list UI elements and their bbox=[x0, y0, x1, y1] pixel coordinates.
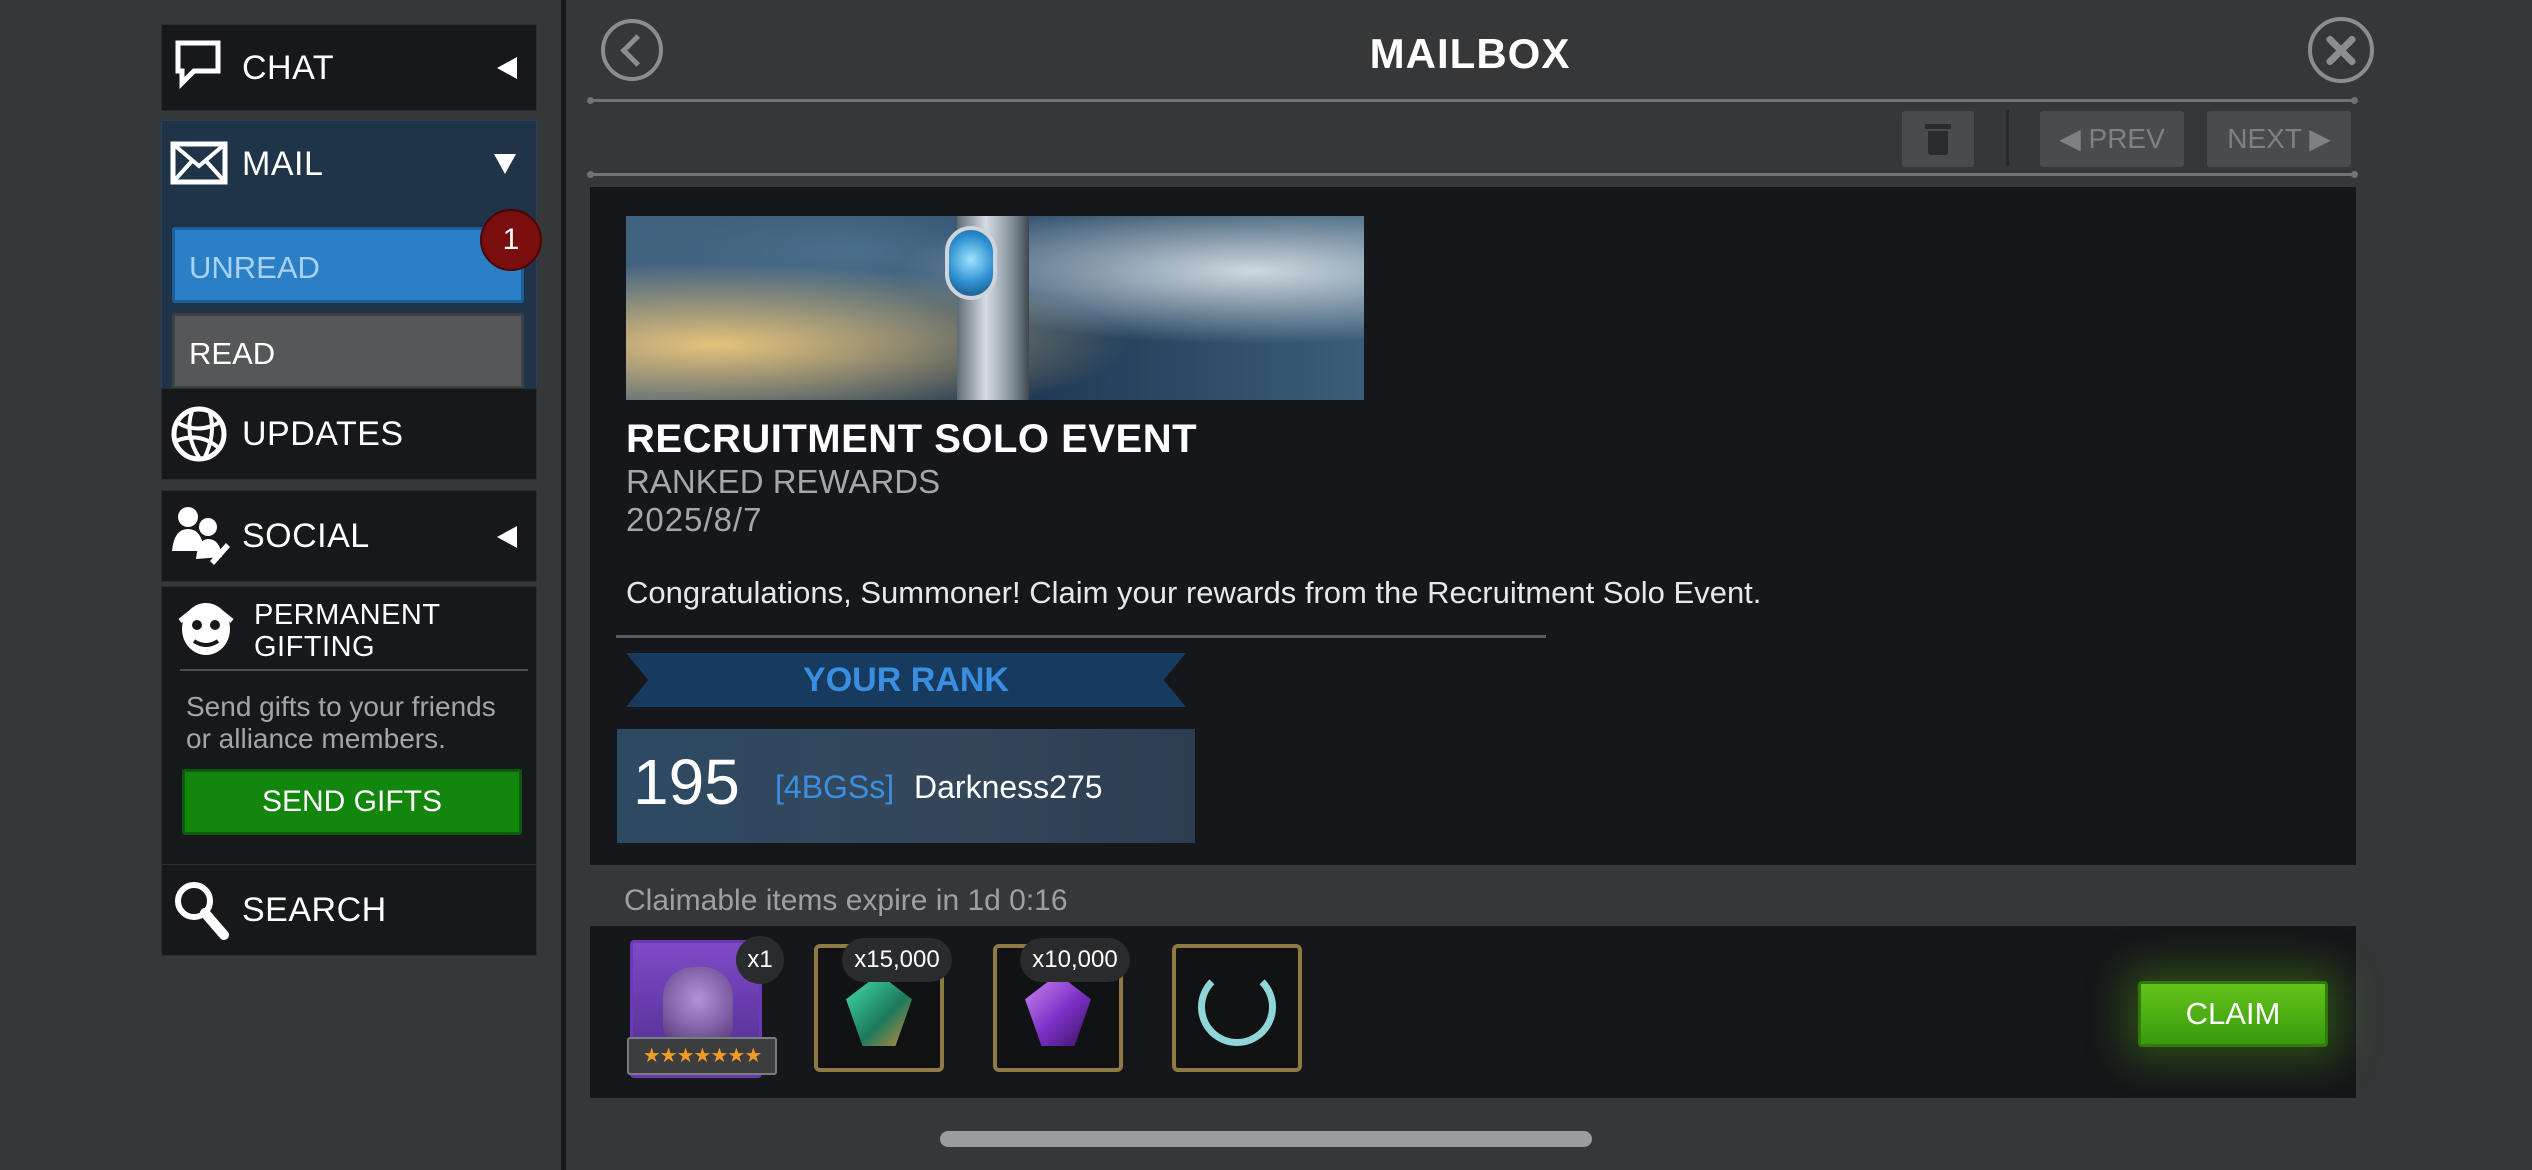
sidebar-item-label: CHAT bbox=[242, 49, 335, 87]
delete-button[interactable] bbox=[1902, 111, 1974, 167]
sidebar-item-permanent-gifting: PERMANENT GIFTING Send gifts to your fri… bbox=[161, 586, 537, 878]
chevron-left-icon bbox=[497, 526, 517, 548]
chevron-down-icon bbox=[494, 154, 516, 174]
page-title: MAILBOX bbox=[1369, 30, 1571, 77]
sidebar-item-label: MAIL bbox=[242, 145, 324, 183]
message-body: Congratulations, Summoner! Claim your re… bbox=[626, 575, 1762, 610]
panel-divider bbox=[561, 0, 566, 1170]
quantity-badge: x15,000 bbox=[842, 938, 952, 982]
close-button[interactable] bbox=[2308, 17, 2374, 83]
magnifier-icon bbox=[175, 882, 229, 940]
laurel-wreath-icon bbox=[1198, 968, 1276, 1046]
star-rating: ★★★★★★★ bbox=[627, 1037, 777, 1075]
read-filter-button[interactable]: READ bbox=[172, 313, 524, 389]
rank-ribbon: YOUR RANK bbox=[626, 653, 1186, 707]
chevron-left-icon bbox=[497, 57, 517, 79]
divider bbox=[587, 97, 2358, 104]
rank-heading: YOUR RANK bbox=[803, 661, 1009, 699]
send-gifts-button[interactable]: SEND GIFTS bbox=[182, 769, 522, 835]
sidebar-item-label: PERMANENT GIFTING bbox=[254, 599, 441, 663]
rewards-bar: ★★★★★★★ x1 x15,000 x10,000 bbox=[590, 926, 2356, 1098]
expiry-text: Claimable items expire in 1d 0:16 bbox=[624, 884, 1068, 917]
sidebar-item-mail[interactable]: MAIL UNREAD 1 READ bbox=[161, 120, 542, 404]
prev-button[interactable]: ◀ PREV bbox=[2040, 111, 2184, 167]
divider bbox=[616, 635, 1546, 638]
message-panel: RECRUITMENT SOLO EVENT RANKED REWARDS 20… bbox=[590, 187, 2356, 865]
green-crystal-shard-icon bbox=[846, 974, 912, 1046]
player-name: Darkness275 bbox=[914, 769, 1103, 805]
horizontal-scrollbar[interactable] bbox=[940, 1131, 1592, 1147]
quantity-badge: x10,000 bbox=[1020, 938, 1130, 982]
sidebar-item-label: UPDATES bbox=[242, 415, 404, 453]
sidebar-item-social[interactable]: SOCIAL bbox=[161, 490, 537, 582]
purple-crystal-shard-icon bbox=[1025, 974, 1091, 1046]
message-subtitle: RANKED REWARDS bbox=[626, 463, 941, 500]
sidebar-item-label: SEARCH bbox=[242, 891, 387, 929]
sidebar-item-updates[interactable]: UPDATES bbox=[161, 388, 537, 480]
rank-box: 195 [4BGSs] Darkness275 bbox=[617, 729, 1195, 843]
crystal-icon bbox=[945, 226, 997, 300]
people-icon bbox=[172, 507, 230, 565]
globe-icon bbox=[171, 406, 227, 462]
rank-number: 195 bbox=[633, 746, 740, 818]
message-title: RECRUITMENT SOLO EVENT bbox=[626, 417, 1198, 461]
sidebar-item-chat[interactable]: CHAT bbox=[161, 24, 537, 111]
envelope-icon bbox=[170, 141, 228, 185]
back-button[interactable] bbox=[601, 19, 663, 81]
divider bbox=[180, 669, 528, 671]
champion-portrait-icon bbox=[663, 967, 733, 1047]
sidebar-item-search[interactable]: SEARCH bbox=[161, 864, 537, 956]
unread-count-badge: 1 bbox=[480, 209, 542, 271]
trash-icon bbox=[1925, 124, 1951, 129]
event-banner-image bbox=[626, 216, 1364, 400]
toolbar-separator bbox=[2006, 110, 2009, 166]
alliance-tag: [4BGSs] bbox=[775, 769, 895, 805]
sidebar-item-label: SOCIAL bbox=[242, 517, 370, 555]
divider bbox=[587, 171, 2358, 178]
gifting-description: Send gifts to your friends or alliance m… bbox=[186, 691, 496, 754]
quantity-badge: x1 bbox=[736, 936, 784, 984]
message-date: 2025/8/7 bbox=[626, 501, 763, 538]
gift-mascot-icon bbox=[178, 603, 234, 655]
unread-filter-button[interactable]: UNREAD bbox=[172, 227, 524, 303]
reward-item-title-wreath[interactable] bbox=[1172, 944, 1302, 1072]
next-button[interactable]: NEXT ▶ bbox=[2207, 111, 2351, 167]
claim-button[interactable]: CLAIM bbox=[2138, 981, 2328, 1047]
speech-bubble-icon bbox=[175, 40, 221, 89]
